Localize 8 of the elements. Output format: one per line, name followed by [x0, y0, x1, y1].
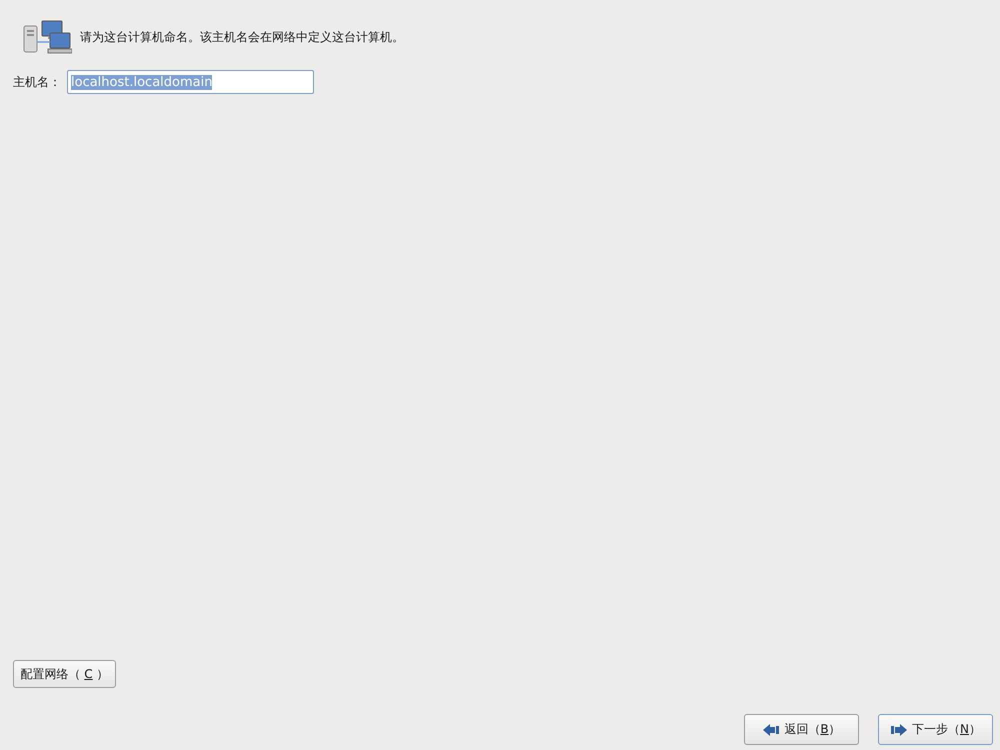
instruction-text: 请为这台计算机命名。该主机名会在网络中定义这台计算机。: [80, 28, 404, 46]
hostname-label: 主机名：: [13, 74, 61, 90]
back-arrow-icon: [762, 722, 780, 738]
back-button[interactable]: 返回（B）: [744, 714, 859, 745]
next-button[interactable]: 下一步（N）: [878, 714, 993, 745]
configure-network-button[interactable]: 配置网络（ C ）: [13, 660, 116, 688]
computers-icon: [22, 20, 72, 54]
next-arrow-icon: [890, 722, 908, 738]
